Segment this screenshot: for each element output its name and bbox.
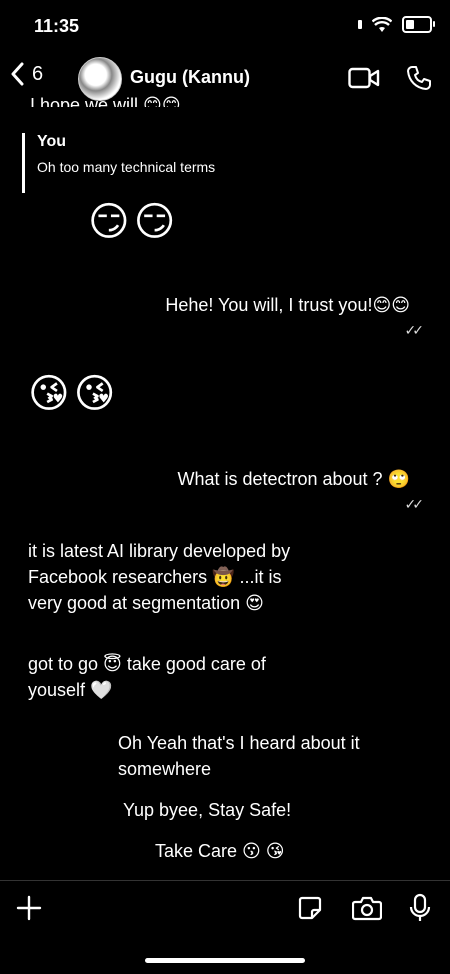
sent-message: Hehe! You will, I trust you!😊😊 [165, 295, 410, 315]
back-button[interactable]: 6 [10, 62, 43, 86]
contact-name[interactable]: Gugu (Kannu) [130, 67, 250, 88]
input-divider [0, 880, 450, 881]
video-camera-icon[interactable] [348, 67, 380, 89]
status-time: 11:35 [34, 16, 80, 36]
sent-message: Oh Yeah that's I heard about it somewher… [118, 733, 360, 779]
status-icons [358, 16, 435, 33]
received-message: got to go 😇 take good care of youself 🤍 [28, 654, 266, 700]
signal-icon [358, 20, 362, 29]
wifi-icon [372, 16, 392, 32]
emoji-message: 😘😘 [28, 372, 120, 416]
sent-message: What is detectron about ? 🙄 [177, 469, 410, 489]
microphone-icon [409, 893, 431, 921]
sent-message: Take Care 😗 😘 [155, 841, 285, 861]
chevron-left-icon [11, 62, 24, 86]
read-receipt-icon: ✓✓ [404, 322, 425, 338]
camera-icon [352, 896, 382, 921]
quoted-reply[interactable]: You Oh too many technical terms [22, 133, 215, 193]
quote-sender: You [37, 133, 67, 150]
add-attachment-button[interactable] [14, 893, 44, 923]
sticker-icon [298, 896, 322, 920]
received-message: it is latest AI library developed by Fac… [28, 541, 291, 613]
plus-icon [16, 895, 42, 921]
phone-icon[interactable] [406, 65, 432, 91]
battery-icon [402, 16, 435, 33]
cutoff-message: I hope we will 😊😊 [30, 95, 181, 107]
read-receipt-icon: ✓✓ [404, 496, 425, 512]
sent-message: Yup byee, Stay Safe! [123, 800, 292, 820]
microphone-button[interactable] [405, 891, 435, 925]
back-count: 6 [32, 62, 44, 85]
quote-text: Oh too many technical terms [37, 159, 216, 175]
home-indicator[interactable] [145, 958, 305, 963]
emoji-message: 😏😏 [88, 200, 180, 244]
sticker-button[interactable] [295, 893, 325, 923]
header-actions [348, 65, 432, 91]
camera-button[interactable] [350, 893, 384, 923]
